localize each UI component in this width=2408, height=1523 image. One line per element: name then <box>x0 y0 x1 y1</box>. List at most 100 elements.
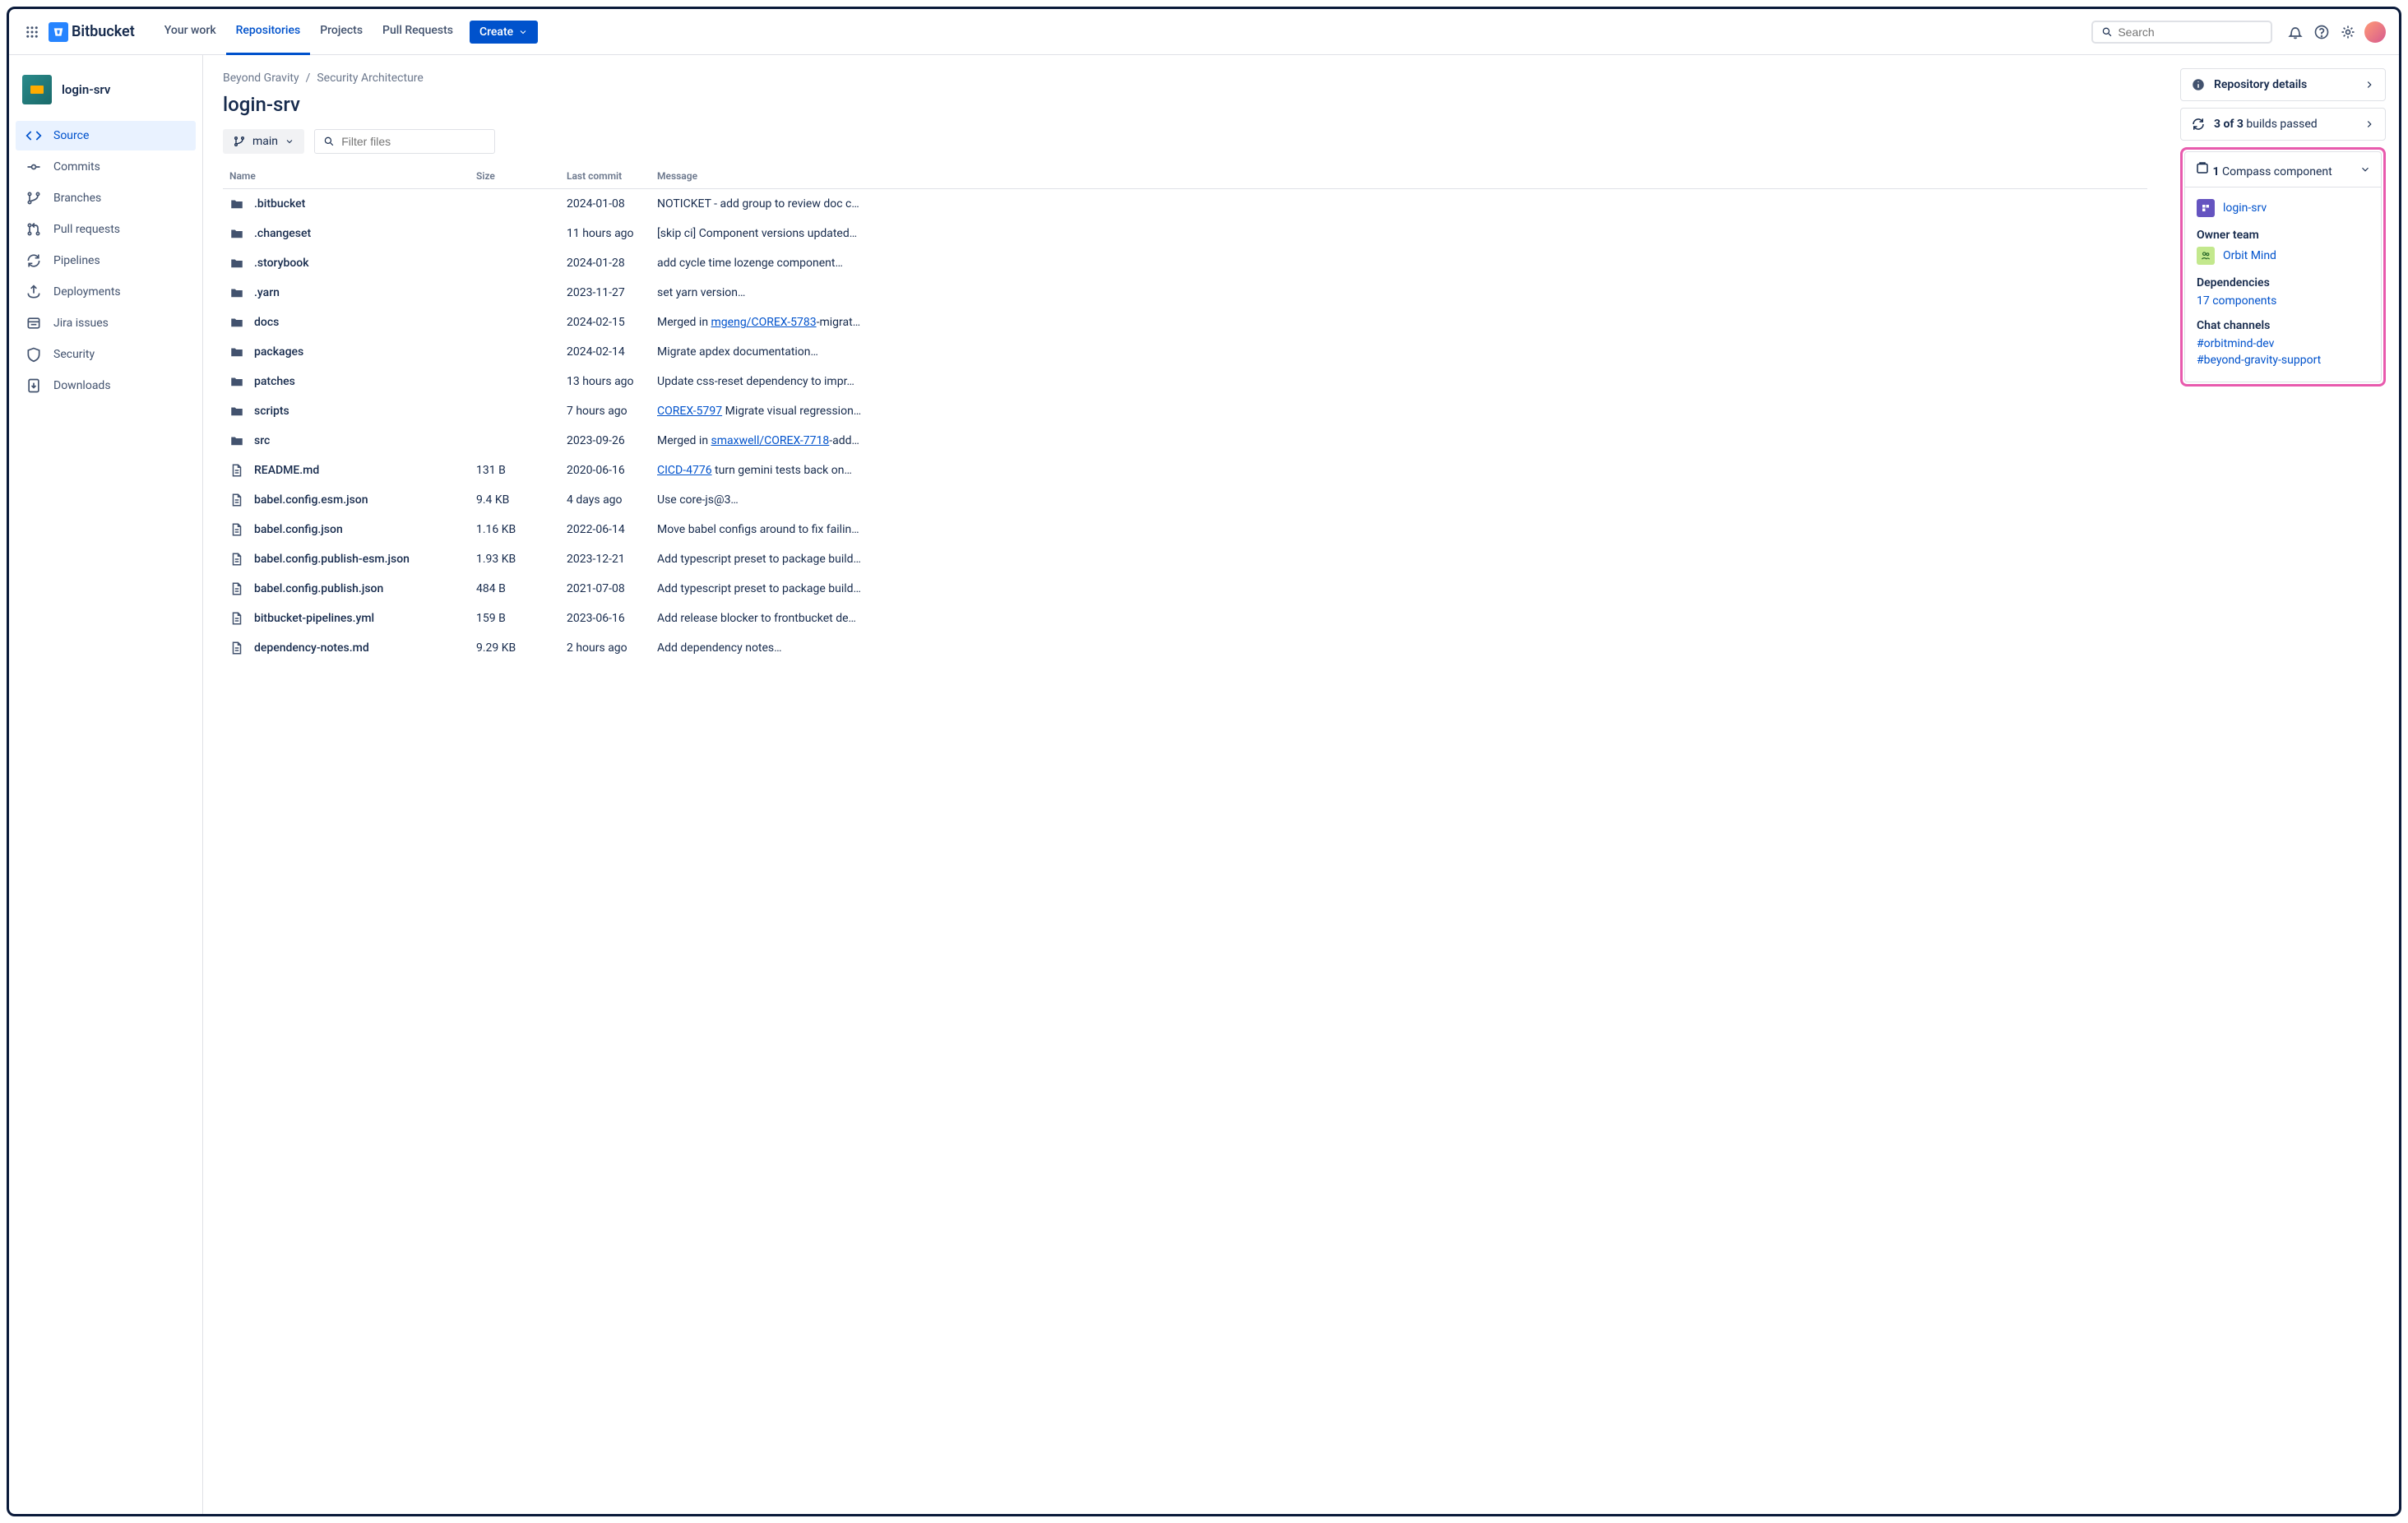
column-header[interactable]: Name <box>223 164 470 189</box>
repo-avatar-icon <box>22 75 52 104</box>
file-name[interactable]: babel.config.esm.json <box>254 493 368 507</box>
filter-files-input[interactable] <box>314 129 495 154</box>
compass-header[interactable]: 1 Compass component <box>2185 152 2381 187</box>
file-name[interactable]: .bitbucket <box>254 197 305 211</box>
table-row[interactable]: babel.config.publish-esm.json1.93 KB2023… <box>223 544 2147 574</box>
file-size <box>470 248 560 278</box>
settings-icon[interactable] <box>2335 19 2361 45</box>
file-name[interactable]: babel.config.json <box>254 523 343 536</box>
product-name[interactable]: Bitbucket <box>72 23 135 40</box>
file-name[interactable]: babel.config.publish.json <box>254 582 383 595</box>
table-row[interactable]: README.md131 B2020-06-16CICD-4776 turn g… <box>223 456 2147 485</box>
file-size <box>470 396 560 426</box>
file-name[interactable]: src <box>254 434 270 447</box>
file-name[interactable]: .yarn <box>254 286 280 299</box>
branch-icon <box>233 135 246 148</box>
user-avatar[interactable] <box>2364 21 2386 43</box>
compass-icon <box>2195 160 2210 175</box>
column-header[interactable]: Size <box>470 164 560 189</box>
issue-link[interactable]: CICD-4776 <box>657 464 712 477</box>
dependencies-link[interactable]: 17 components <box>2197 294 2369 308</box>
deploy-icon <box>25 284 42 300</box>
last-commit: 11 hours ago <box>560 219 651 248</box>
table-row[interactable]: .changeset11 hours ago[skip ci] Componen… <box>223 219 2147 248</box>
sidebar: login-srv SourceCommitsBranchesPull requ… <box>9 55 203 1514</box>
folder-icon <box>229 285 246 300</box>
file-name[interactable]: README.md <box>254 464 319 477</box>
chat-channel-link[interactable]: #orbitmind-dev <box>2197 337 2369 350</box>
table-row[interactable]: src2023-09-26Merged in smaxwell/COREX-77… <box>223 426 2147 456</box>
file-name[interactable]: patches <box>254 375 295 388</box>
file-name[interactable]: dependency-notes.md <box>254 641 369 655</box>
search-input[interactable] <box>2091 21 2272 44</box>
sidebar-item-security[interactable]: Security <box>16 340 196 369</box>
file-name[interactable]: babel.config.publish-esm.json <box>254 553 410 566</box>
help-icon[interactable] <box>2308 19 2335 45</box>
last-commit: 2023-11-27 <box>560 278 651 308</box>
nav-repositories[interactable]: Repositories <box>226 9 311 55</box>
component-link[interactable]: login-srv <box>2197 199 2369 217</box>
table-row[interactable]: babel.config.esm.json9.4 KB4 days agoUse… <box>223 485 2147 515</box>
breadcrumb-item[interactable]: Security Architecture <box>317 72 423 85</box>
nav-projects[interactable]: Projects <box>310 9 373 55</box>
table-row[interactable]: dependency-notes.md9.29 KB2 hours agoAdd… <box>223 633 2147 663</box>
app-switcher-icon[interactable] <box>22 22 42 42</box>
table-row[interactable]: babel.config.publish.json484 B2021-07-08… <box>223 574 2147 604</box>
nav-your-work[interactable]: Your work <box>155 9 226 55</box>
folder-icon <box>229 404 246 419</box>
commit-link[interactable]: smaxwell/ <box>711 434 765 447</box>
table-row[interactable]: .storybook2024-01-28add cycle time lozen… <box>223 248 2147 278</box>
sidebar-item-pull-requests[interactable]: Pull requests <box>16 215 196 244</box>
table-row[interactable]: .bitbucket2024-01-08NOTICKET - add group… <box>223 189 2147 220</box>
refresh-icon <box>2191 117 2206 132</box>
commit-icon <box>25 159 42 175</box>
column-header[interactable]: Last commit <box>560 164 651 189</box>
file-icon <box>229 611 246 626</box>
last-commit: 7 hours ago <box>560 396 651 426</box>
repo-header[interactable]: login-srv <box>16 68 196 111</box>
sidebar-item-jira-issues[interactable]: Jira issues <box>16 308 196 338</box>
sidebar-item-pipelines[interactable]: Pipelines <box>16 246 196 275</box>
commit-link[interactable]: mgeng/ <box>711 316 752 329</box>
table-row[interactable]: scripts 7 hours agoCOREX-5797 Migrate vis… <box>223 396 2147 426</box>
table-row[interactable]: docs2024-02-15Merged in mgeng/COREX-5783… <box>223 308 2147 337</box>
nav-pull-requests[interactable]: Pull Requests <box>373 9 463 55</box>
branch-selector[interactable]: main <box>223 129 304 154</box>
last-commit: 2023-12-21 <box>560 544 651 574</box>
bitbucket-logo-icon[interactable] <box>49 22 68 42</box>
file-name[interactable]: .changeset <box>254 227 311 240</box>
folder-icon <box>229 256 246 271</box>
issue-link[interactable]: COREX-7718 <box>764 434 829 447</box>
file-name[interactable]: bitbucket-pipelines.yml <box>254 612 374 625</box>
notifications-icon[interactable] <box>2282 19 2308 45</box>
chat-channel-link[interactable]: #beyond-gravity-support <box>2197 354 2369 367</box>
builds-panel[interactable]: 3 of 3 builds passed <box>2180 108 2386 141</box>
sidebar-item-commits[interactable]: Commits <box>16 152 196 182</box>
issue-link[interactable]: COREX-5797 <box>657 405 722 418</box>
last-commit: 2020-06-16 <box>560 456 651 485</box>
table-row[interactable]: packages2024-02-14Migrate apdex document… <box>223 337 2147 367</box>
file-size <box>470 308 560 337</box>
sidebar-item-deployments[interactable]: Deployments <box>16 277 196 307</box>
table-row[interactable]: patches13 hours agoUpdate css-reset depe… <box>223 367 2147 396</box>
file-name[interactable]: packages <box>254 345 303 359</box>
file-size: 484 B <box>470 574 560 604</box>
repository-details-panel[interactable]: Repository details <box>2180 68 2386 101</box>
sidebar-item-downloads[interactable]: Downloads <box>16 371 196 400</box>
file-name[interactable]: .storybook <box>254 257 309 270</box>
issue-link[interactable]: COREX-5783 <box>751 316 816 329</box>
column-header[interactable]: Message <box>651 164 2147 189</box>
table-row[interactable]: .yarn2023-11-27set yarn version… <box>223 278 2147 308</box>
page-title: login-srv <box>223 93 2147 116</box>
file-name[interactable]: docs <box>254 316 279 329</box>
breadcrumb-item[interactable]: Beyond Gravity <box>223 72 299 85</box>
table-row[interactable]: bitbucket-pipelines.yml159 B2023-06-16Ad… <box>223 604 2147 633</box>
table-row[interactable]: babel.config.json1.16 KB2022-06-14Move b… <box>223 515 2147 544</box>
create-button[interactable]: Create <box>470 21 538 44</box>
sidebar-item-branches[interactable]: Branches <box>16 183 196 213</box>
owner-team-link[interactable]: Orbit Mind <box>2197 247 2369 265</box>
sidebar-item-source[interactable]: Source <box>16 121 196 150</box>
dependencies-label: Dependencies <box>2197 276 2369 289</box>
commit-message: COREX-5797 Migrate visual regression… <box>651 396 2147 426</box>
file-name[interactable]: scripts <box>254 405 289 418</box>
